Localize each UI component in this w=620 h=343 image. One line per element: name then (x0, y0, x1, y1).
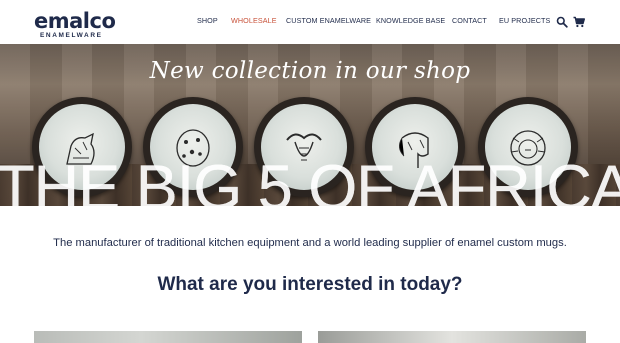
category-card-left[interactable] (34, 331, 302, 343)
logo-subtitle: ENAMELWARE (40, 32, 103, 39)
nav-wholesale[interactable]: WHOLESALE (231, 16, 277, 25)
emalco-logo[interactable]: emalco ENAMELWARE (34, 6, 116, 40)
hero-headline: THE BIG 5 OF AFRICA (0, 153, 620, 206)
nav-contact[interactable]: CONTACT (452, 16, 487, 25)
nav-custom-enamelware[interactable]: CUSTOM ENAMELWARE (286, 16, 371, 25)
nav-shop[interactable]: SHOP (197, 16, 218, 25)
site-header: emalco ENAMELWARE SHOP WHOLESALE CUSTOM … (0, 0, 620, 44)
hero-banner[interactable]: New collection in our shop THE BIG 5 OF … (0, 44, 620, 206)
hero-script-heading: New collection in our shop (149, 58, 471, 84)
nav-eu-projects[interactable]: EU PROJECTS (499, 16, 550, 25)
cart-icon[interactable] (573, 15, 585, 28)
interest-heading: What are you interested in today? (157, 274, 463, 295)
category-card-right[interactable] (318, 331, 586, 343)
intro-tagline: The manufacturer of traditional kitchen … (53, 237, 567, 249)
logo-wordmark: emalco (34, 9, 116, 33)
nav-knowledge-base[interactable]: KNOWLEDGE BASE (376, 16, 445, 25)
search-icon[interactable] (556, 15, 568, 28)
